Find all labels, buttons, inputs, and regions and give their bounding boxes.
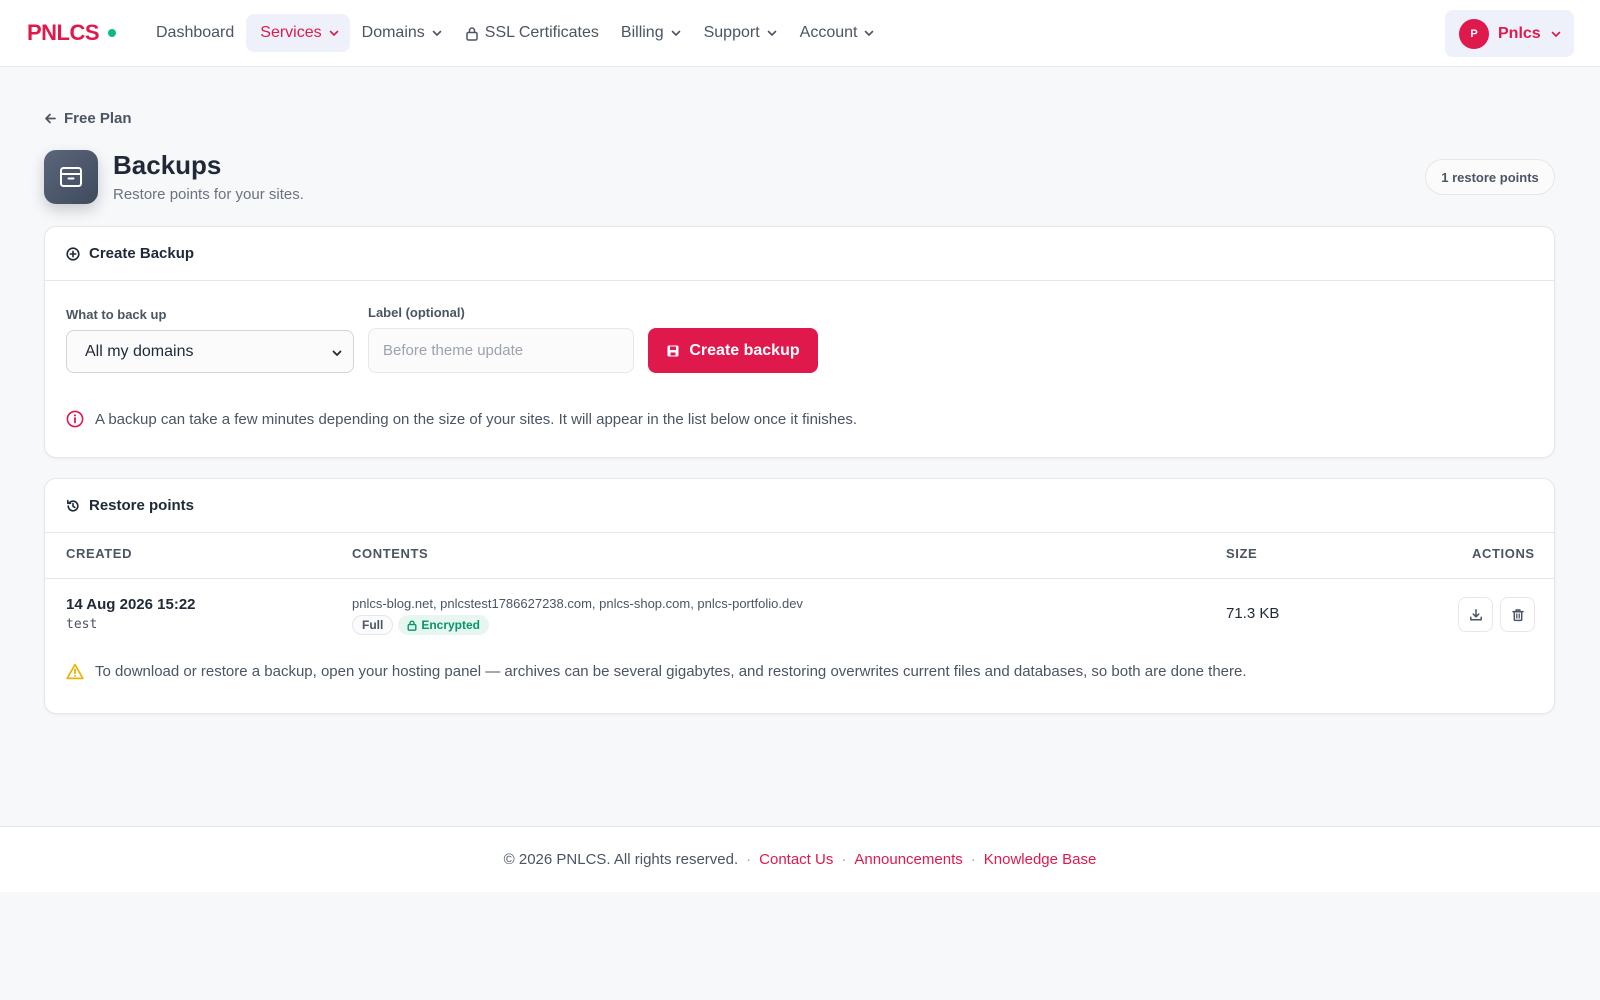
restore-points-header: Restore points [45, 479, 1554, 533]
nav-item-services[interactable]: Services [246, 14, 350, 52]
page-title: Backups [113, 150, 222, 180]
page-subtitle: Restore points for your sites. [113, 186, 304, 203]
footer-link-announcements[interactable]: Announcements [854, 851, 962, 868]
chevron-down-icon [329, 30, 338, 36]
delete-backup-button[interactable] [1500, 597, 1535, 632]
column-header-size: SIZE [1226, 546, 1258, 561]
back-link[interactable]: Free Plan [44, 110, 132, 127]
archive-icon-tile [44, 150, 98, 204]
nav-item-billing[interactable]: Billing [611, 14, 692, 52]
nav-item-account[interactable]: Account [790, 14, 886, 52]
nav-item-label: Support [703, 24, 760, 41]
encrypted-badge-label: Encrypted [421, 618, 481, 632]
back-link-label: Free Plan [64, 110, 132, 127]
create-backup-button-label: Create backup [689, 341, 800, 359]
restore-points-count-badge: 1 restore points [1425, 159, 1555, 195]
plus-circle-icon [66, 246, 80, 261]
footer-separator: · [746, 851, 752, 868]
restore-points-card: Restore points CREATED CONTENTS SIZE ACT… [44, 478, 1555, 714]
lock-icon [407, 620, 417, 631]
brand-name: PNLCS [27, 20, 100, 45]
footer-link-contact-us[interactable]: Contact Us [759, 851, 833, 868]
avatar: P [1459, 18, 1489, 49]
backup-label-input[interactable] [368, 328, 634, 373]
column-header-contents: CONTENTS [352, 546, 429, 561]
save-icon [667, 345, 679, 356]
footer-separator: · [970, 851, 976, 868]
history-icon [67, 499, 79, 512]
lock-icon [466, 26, 478, 41]
backup-type-badge: Full [352, 615, 394, 635]
trash-icon [1511, 608, 1524, 621]
what-to-back-up-select[interactable]: All my domains [66, 330, 354, 373]
created-cell: 14 Aug 2026 15:22 test [66, 596, 196, 632]
arrow-left-icon [45, 113, 56, 124]
nav-item-dashboard[interactable]: Dashboard [146, 14, 244, 52]
backup-badges: Full Encrypted [352, 615, 803, 635]
nav-item-label: Billing [620, 24, 664, 41]
brand-logo[interactable]: PNLCS [27, 20, 117, 46]
nav-item-label: Dashboard [156, 24, 235, 41]
table-header-divider [45, 578, 1554, 579]
column-header-actions: ACTIONS [1472, 546, 1535, 561]
column-header-created: CREATED [66, 546, 133, 561]
nav-item-label: Domains [361, 24, 425, 41]
create-backup-button[interactable]: Create backup [648, 328, 818, 373]
chevron-down-icon [865, 30, 874, 36]
restore-warning-note: To download or restore a backup, open yo… [66, 663, 1247, 680]
backup-domains: pnlcs-blog.net, pnlcstest1786627238.com,… [352, 596, 803, 611]
backup-label-label: Label (optional) [368, 305, 465, 320]
footer-copyright: © 2026 PNLCS. All rights reserved. [503, 851, 739, 868]
user-name: Pnlcs [1498, 24, 1541, 42]
status-dot-icon [108, 29, 117, 37]
info-text: A backup can take a few minutes dependin… [95, 410, 858, 428]
info-icon [66, 410, 84, 428]
download-backup-button[interactable] [1458, 597, 1493, 632]
main-menu: Dashboard Services Domains SSL Certifica… [146, 14, 885, 52]
create-backup-header: Create Backup [45, 227, 1554, 281]
nav-item-support[interactable]: Support [694, 14, 788, 52]
user-menu-button[interactable]: P Pnlcs [1445, 10, 1574, 57]
backup-info-note: A backup can take a few minutes dependin… [66, 410, 857, 428]
create-backup-card: Create Backup What to back up All my dom… [44, 226, 1555, 458]
footer: © 2026 PNLCS. All rights reserved. · Con… [0, 826, 1600, 892]
contents-cell: pnlcs-blog.net, pnlcstest1786627238.com,… [352, 596, 803, 635]
backup-label: test [66, 617, 98, 632]
what-to-back-up-label: What to back up [66, 307, 167, 322]
nav-item-label: Account [799, 24, 858, 41]
chevron-down-icon [332, 350, 342, 356]
card-title: Restore points [89, 497, 195, 514]
top-navigation: PNLCS Dashboard Services Domains SSL Cer… [0, 0, 1600, 67]
backup-size: 71.3 KB [1226, 605, 1280, 622]
chevron-down-icon [1551, 31, 1560, 37]
footer-separator: · [841, 851, 847, 868]
archive-icon [60, 167, 82, 187]
nav-item-domains[interactable]: Domains [352, 14, 453, 52]
footer-link-knowledge-base[interactable]: Knowledge Base [984, 851, 1097, 868]
select-value: All my domains [85, 342, 194, 360]
chevron-down-icon [671, 30, 680, 36]
created-date: 14 Aug 2026 15:22 [66, 596, 196, 613]
download-icon [1469, 608, 1482, 621]
warning-icon [66, 663, 84, 680]
nav-item-label: Services [260, 24, 322, 41]
chevron-down-icon [767, 30, 776, 36]
nav-item-label: SSL Certificates [484, 24, 599, 41]
chevron-down-icon [432, 30, 442, 36]
card-title: Create Backup [89, 245, 195, 262]
nav-item-ssl-certificates[interactable]: SSL Certificates [455, 14, 609, 52]
warning-text: To download or restore a backup, open yo… [95, 663, 1247, 680]
encrypted-badge: Encrypted [398, 615, 490, 635]
